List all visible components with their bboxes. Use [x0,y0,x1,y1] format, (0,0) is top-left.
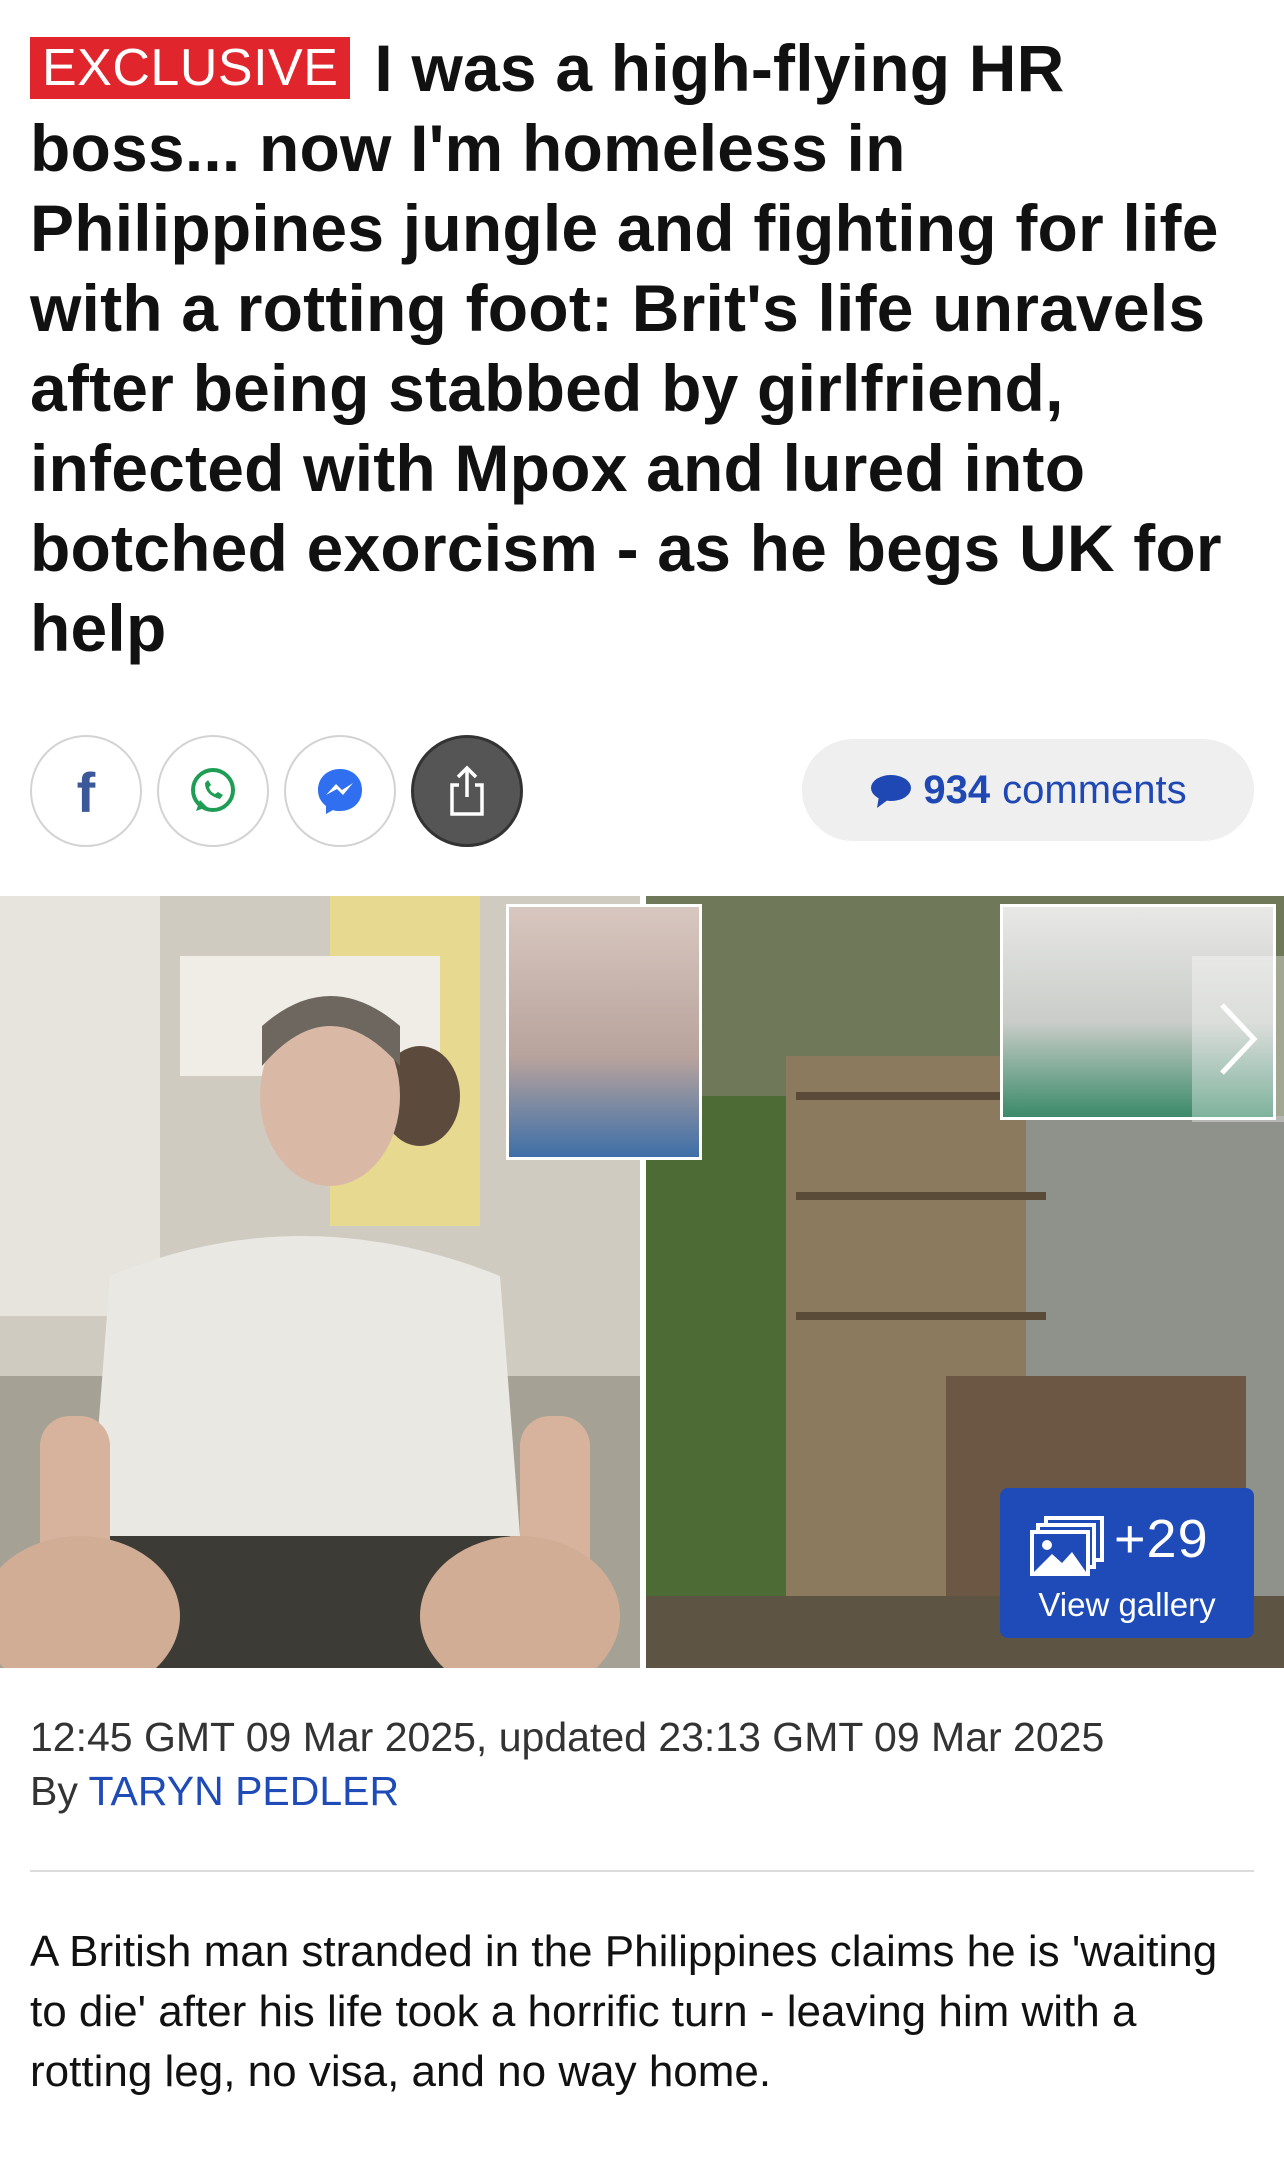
comment-bubble-icon [871,775,912,808]
comments-count: 934 [923,767,991,812]
article-intro: A British man stranded in the Philippine… [30,1927,1218,2096]
article-page: EXCLUSIVE I was a high-flying HR boss... … [0,0,1284,2157]
share-icon [450,765,484,816]
hero-image-collage[interactable]: +29 View gallery [0,896,1284,1668]
timestamp: 12:45 GMT 09 Mar 2025, updated 23:13 GMT… [30,1714,1105,1760]
share-button[interactable] [411,735,523,847]
headline-text: I was a high-flying HR boss... now I'm h… [30,31,1222,665]
author-link[interactable]: TARYN PEDLER [89,1768,400,1814]
view-gallery-button[interactable]: +29 View gallery [1000,1488,1254,1638]
whatsapp-share-button[interactable] [157,735,269,847]
article-meta: 12:45 GMT 09 Mar 2025, updated 23:13 GMT… [30,1710,1254,1818]
messenger-share-button[interactable] [284,735,396,847]
exclusive-badge: EXCLUSIVE [30,37,351,99]
comments-label: comments [1002,767,1187,812]
foot-wound-inset-photo [506,904,702,1160]
facebook-share-button[interactable]: f [30,735,142,847]
whatsapp-icon [191,768,235,812]
facebook-icon: f [76,761,96,824]
divider-line [30,1870,1254,1872]
view-gallery-label: View gallery [1038,1586,1216,1623]
gallery-count: +29 [1114,1509,1209,1569]
byline: By TARYN PEDLER [30,1764,1254,1818]
chevron-right-icon [1220,1003,1258,1075]
gallery-icon [1030,1516,1104,1576]
next-image-button[interactable] [1192,956,1284,1122]
comments-button[interactable]: 934 comments [802,739,1254,841]
by-label: By [30,1768,78,1814]
messenger-icon [318,769,362,814]
share-bar: f 934 comments [30,735,1254,847]
headline: EXCLUSIVE I was a high-flying HR boss... … [30,28,1230,668]
